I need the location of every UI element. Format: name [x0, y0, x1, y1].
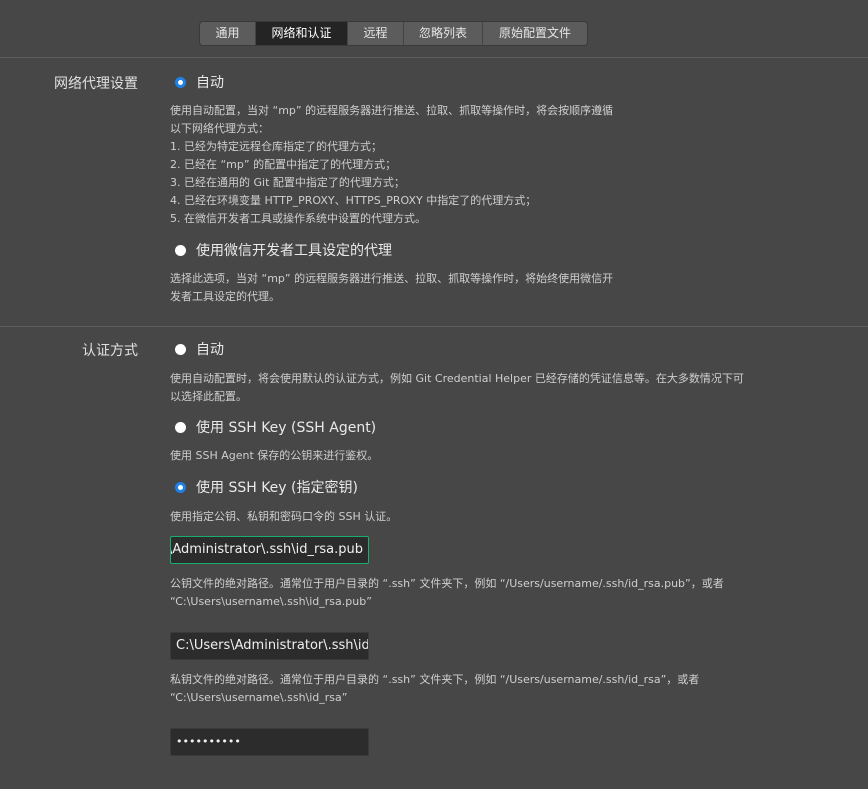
- proxy-auto-radio[interactable]: 自动: [175, 72, 224, 92]
- public-key-path-input[interactable]: C:\Users\Administrator\.ssh\id_rsa.pub: [170, 536, 369, 564]
- desc-line: 使用 SSH Agent 保存的公钥来进行鉴权。: [170, 449, 379, 462]
- desc-line: 私钥文件的绝对路径。通常位于用户目录的 “.ssh” 文件夹下，例如 “/Use…: [170, 673, 700, 686]
- private-key-help: 私钥文件的绝对路径。通常位于用户目录的 “.ssh” 文件夹下，例如 “/Use…: [170, 671, 699, 707]
- tab-ignore-list[interactable]: 忽略列表: [404, 22, 483, 45]
- auth-ssh-agent-label: 使用 SSH Key (SSH Agent): [196, 420, 377, 436]
- private-key-path-value: C:\Users\Administrator\.ssh\id_: [176, 638, 369, 653]
- auth-section-label: 认证方式: [82, 343, 138, 359]
- desc-line: 选择此选项，当对 “mp” 的远程服务器进行推送、拉取、抓取等操作时，将始终使用…: [170, 272, 614, 285]
- divider: [0, 57, 868, 58]
- tab-remote[interactable]: 远程: [348, 22, 404, 45]
- radio-unchecked-icon[interactable]: [175, 244, 186, 256]
- auth-ssh-agent-description: 使用 SSH Agent 保存的公钥来进行鉴权。: [170, 447, 378, 465]
- auth-ssh-key-label: 使用 SSH Key (指定密钥): [196, 480, 358, 496]
- auth-auto-description: 使用自动配置时，将会使用默认的认证方式，例如 Git Credential He…: [170, 370, 744, 406]
- divider: [0, 326, 868, 327]
- public-key-path-value: C:\Users\Administrator\.ssh\id_rsa.pub: [171, 542, 363, 557]
- git-settings-panel: 通用 网络和认证 远程 忽略列表 原始配置文件 网络代理设置 自动 使用自动配置…: [0, 0, 868, 789]
- desc-line: 1. 已经为特定远程仓库指定了的代理方式；: [170, 140, 382, 153]
- desc-line: “C:\Users\username\.ssh\id_rsa”: [170, 691, 348, 704]
- desc-line: 以下网络代理方式：: [170, 122, 269, 135]
- desc-line: 使用自动配置，当对 “mp” 的远程服务器进行推送、拉取、抓取等操作时，将会按顺…: [170, 104, 614, 117]
- public-key-help: 公钥文件的绝对路径。通常位于用户目录的 “.ssh” 文件夹下，例如 “/Use…: [170, 575, 724, 611]
- desc-line: 使用自动配置时，将会使用默认的认证方式，例如 Git Credential He…: [170, 372, 744, 385]
- proxy-auto-label: 自动: [196, 75, 224, 91]
- desc-line: 4. 已经在环境变量 HTTP_PROXY、HTTPS_PROXY 中指定了的代…: [170, 194, 537, 207]
- radio-unchecked-icon[interactable]: [175, 421, 186, 433]
- desc-line: “C:\Users\username\.ssh\id_rsa.pub”: [170, 595, 372, 608]
- settings-tabs: 通用 网络和认证 远程 忽略列表 原始配置文件: [200, 22, 587, 45]
- radio-checked-icon[interactable]: [175, 481, 186, 493]
- auth-auto-radio[interactable]: 自动: [175, 339, 224, 359]
- auth-ssh-agent-radio[interactable]: 使用 SSH Key (SSH Agent): [175, 417, 376, 437]
- proxy-wechat-label: 使用微信开发者工具设定的代理: [196, 243, 392, 259]
- passphrase-masked-value: ••••••••••: [176, 735, 241, 748]
- desc-line: 使用指定公钥、私钥和密码口令的 SSH 认证。: [170, 510, 398, 523]
- radio-checked-icon[interactable]: [175, 76, 186, 88]
- radio-unchecked-icon[interactable]: [175, 343, 186, 355]
- auth-ssh-key-radio[interactable]: 使用 SSH Key (指定密钥): [175, 477, 358, 497]
- auth-auto-label: 自动: [196, 342, 224, 358]
- auth-ssh-key-description: 使用指定公钥、私钥和密码口令的 SSH 认证。: [170, 508, 397, 526]
- desc-line: 发者工具设定的代理。: [170, 290, 280, 303]
- tab-raw-config[interactable]: 原始配置文件: [483, 22, 587, 45]
- proxy-wechat-radio[interactable]: 使用微信开发者工具设定的代理: [175, 240, 392, 260]
- desc-line: 2. 已经在 “mp” 的配置中指定了的代理方式；: [170, 158, 397, 171]
- tab-general[interactable]: 通用: [200, 22, 256, 45]
- proxy-wechat-description: 选择此选项，当对 “mp” 的远程服务器进行推送、拉取、抓取等操作时，将始终使用…: [170, 270, 613, 306]
- passphrase-input[interactable]: ••••••••••: [170, 728, 369, 756]
- tab-network-auth[interactable]: 网络和认证: [256, 22, 348, 45]
- desc-line: 以选择此配置。: [170, 390, 247, 403]
- desc-line: 公钥文件的绝对路径。通常位于用户目录的 “.ssh” 文件夹下，例如 “/Use…: [170, 577, 724, 590]
- proxy-auto-description: 使用自动配置，当对 “mp” 的远程服务器进行推送、拉取、抓取等操作时，将会按顺…: [170, 102, 613, 228]
- private-key-path-input[interactable]: C:\Users\Administrator\.ssh\id_: [170, 632, 369, 660]
- desc-line: 3. 已经在通用的 Git 配置中指定了的代理方式；: [170, 176, 405, 189]
- desc-line: 5. 在微信开发者工具或操作系统中设置的代理方式。: [170, 212, 426, 225]
- proxy-section-label: 网络代理设置: [54, 76, 138, 92]
